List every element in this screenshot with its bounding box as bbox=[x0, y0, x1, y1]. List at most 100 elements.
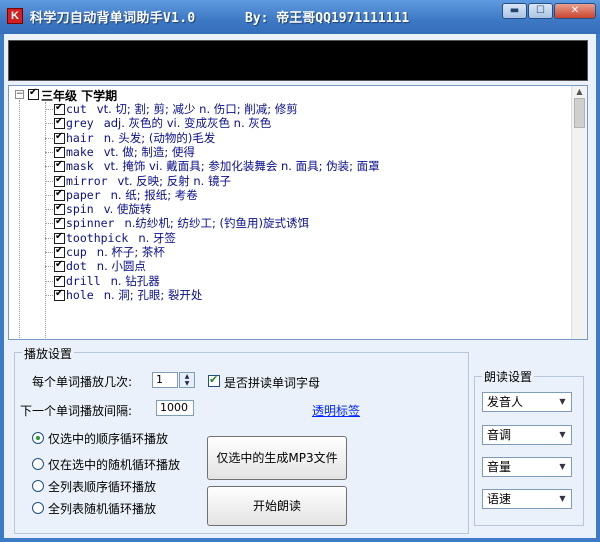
word-item[interactable]: dot n. 小圆点 bbox=[66, 259, 146, 273]
interval-label: 下一个单词播放间隔: bbox=[20, 404, 133, 418]
tree-guide-line bbox=[45, 252, 53, 253]
main-window: K 科学刀自动背单词助手V1.0 By: 帝王哥QQ1971111111 ▬ ☐… bbox=[0, 0, 600, 542]
tree-guide-line bbox=[45, 180, 53, 182]
word-item[interactable]: mask vt. 掩饰 vi. 戴面具; 参加化装舞会 n. 面具; 伪装; 面罩 bbox=[66, 159, 380, 173]
repeat-label: 每个单词播放几次: bbox=[32, 375, 133, 389]
play-mode-radio[interactable] bbox=[32, 480, 44, 492]
word-meaning: n. 小圆点 bbox=[96, 259, 146, 274]
play-mode-label[interactable]: 仅选中的顺序循环播放 bbox=[48, 430, 168, 447]
word-checkbox[interactable] bbox=[54, 259, 65, 273]
word-checkbox[interactable] bbox=[54, 288, 65, 301]
title-bar[interactable]: K 科学刀自动背单词助手V1.0 By: 帝王哥QQ1971111111 ▬ ☐… bbox=[0, 0, 600, 34]
start-reading-button[interactable]: 开始朗读 bbox=[207, 486, 347, 526]
word-item[interactable]: mirror vt. 反映; 反射 n. 镜子 bbox=[66, 174, 231, 188]
word-meaning: n. 牙签 bbox=[138, 230, 176, 245]
word-text: hole bbox=[66, 287, 94, 302]
spell-letters-label[interactable]: 是否拼读单词字母 bbox=[224, 374, 320, 391]
playback-group-title: 播放设置 bbox=[22, 345, 75, 362]
play-mode-label[interactable]: 全列表随机循环播放 bbox=[48, 500, 156, 517]
combo-value: 发音人 bbox=[487, 395, 524, 409]
word-meaning: n. 头发; (动物的)毛发 bbox=[103, 130, 216, 145]
combo-value: 音量 bbox=[487, 460, 512, 474]
window-title: 科学刀自动背单词助手V1.0 bbox=[30, 11, 196, 26]
scroll-thumb[interactable] bbox=[574, 98, 585, 128]
word-meaning: n. 洞; 孔眼; 裂开处 bbox=[103, 287, 203, 302]
word-text: paper bbox=[66, 187, 101, 202]
spin-down-icon[interactable]: ▼ bbox=[180, 380, 194, 387]
repeat-count-input[interactable]: 1 bbox=[152, 372, 178, 388]
word-meaning: n. 纸; 报纸; 考卷 bbox=[110, 187, 198, 202]
play-mode-radio[interactable] bbox=[32, 502, 44, 514]
word-checkbox[interactable] bbox=[54, 159, 65, 173]
word-item[interactable]: drill n. 钻孔器 bbox=[66, 274, 160, 288]
word-checkbox[interactable] bbox=[54, 188, 65, 201]
word-checkbox[interactable] bbox=[54, 131, 65, 144]
play-mode-label[interactable]: 仅在选中的随机循环播放 bbox=[48, 456, 180, 473]
spell-letters-checkbox[interactable] bbox=[208, 373, 220, 387]
word-meaning: vt. 反映; 反射 n. 镜子 bbox=[117, 173, 231, 188]
word-text: cup bbox=[66, 245, 87, 259]
word-meaning: vt. 切; 割; 剪; 减少 n. 伤口; 削减; 修剪 bbox=[96, 102, 298, 116]
word-meaning: n.纺纱机; 纺纱工; (钓鱼用)旋式诱饵 bbox=[124, 216, 309, 231]
word-item[interactable]: cup n. 杯子; 茶杯 bbox=[66, 245, 165, 259]
combo-value: 语速 bbox=[487, 492, 512, 506]
app-logo-icon: K bbox=[7, 8, 23, 24]
word-checkbox[interactable] bbox=[54, 216, 65, 230]
dropdown-arrow-icon[interactable]: ▼ bbox=[555, 394, 570, 410]
close-button[interactable]: ✕ bbox=[554, 3, 596, 19]
word-item[interactable]: spin v. 使旋转 bbox=[66, 202, 151, 216]
word-checkbox[interactable] bbox=[54, 274, 65, 287]
word-checkbox[interactable] bbox=[54, 231, 65, 244]
collapse-icon[interactable]: − bbox=[15, 90, 24, 99]
scroll-up-icon[interactable]: ▲ bbox=[574, 87, 585, 97]
minimize-button[interactable]: ▬ bbox=[502, 3, 527, 19]
word-item[interactable]: toothpick n. 牙签 bbox=[66, 231, 176, 245]
word-item[interactable]: make vt. 做; 制造; 使得 bbox=[66, 145, 195, 159]
reading-setting-combo[interactable]: 音调 ▼ bbox=[482, 425, 572, 445]
word-meaning: vt. 做; 制造; 使得 bbox=[103, 144, 195, 159]
generate-mp3-button[interactable]: 仅选中的生成MP3文件 bbox=[207, 436, 347, 480]
word-text: toothpick bbox=[66, 230, 129, 245]
combo-value: 音调 bbox=[487, 428, 512, 442]
word-text: dot bbox=[66, 259, 87, 274]
repeat-spinner[interactable]: ▲ ▼ bbox=[179, 372, 195, 388]
word-item[interactable]: hole n. 洞; 孔眼; 裂开处 bbox=[66, 288, 202, 302]
interval-input[interactable]: 1000 bbox=[156, 400, 194, 416]
reading-setting-combo[interactable]: 音量 ▼ bbox=[482, 457, 572, 477]
reading-setting-combo[interactable]: 语速 ▼ bbox=[482, 489, 572, 509]
word-meaning: v. 使旋转 bbox=[103, 202, 152, 217]
word-item[interactable]: spinner n.纺纱机; 纺纱工; (钓鱼用)旋式诱饵 bbox=[66, 216, 309, 230]
tree-guide-line bbox=[45, 209, 53, 211]
word-item[interactable]: paper n. 纸; 报纸; 考卷 bbox=[66, 188, 198, 202]
word-checkbox[interactable] bbox=[54, 145, 65, 158]
tree-guide-line bbox=[45, 137, 53, 139]
word-checkbox[interactable] bbox=[54, 116, 65, 130]
play-mode-radio[interactable] bbox=[32, 432, 44, 444]
word-checkbox[interactable] bbox=[54, 102, 65, 115]
word-checkbox[interactable] bbox=[54, 174, 65, 187]
play-mode-label[interactable]: 全列表顺序循环播放 bbox=[48, 478, 156, 495]
word-checkbox[interactable] bbox=[54, 245, 65, 258]
tree-guide-line bbox=[45, 237, 53, 239]
spin-up-icon[interactable]: ▲ bbox=[180, 373, 194, 380]
dropdown-arrow-icon[interactable]: ▼ bbox=[555, 491, 570, 507]
transparent-label-link[interactable]: 透明标签 bbox=[312, 402, 360, 419]
word-item[interactable]: grey adj. 灰色的 vi. 变成灰色 n. 灰色 bbox=[66, 116, 271, 130]
word-text: mask bbox=[66, 159, 94, 174]
word-text: grey bbox=[66, 116, 94, 131]
word-item[interactable]: cut vt. 切; 割; 剪; 减少 n. 伤口; 削减; 修剪 bbox=[66, 102, 298, 116]
word-item[interactable]: hair n. 头发; (动物的)毛发 bbox=[66, 131, 215, 145]
word-meaning: n. 钻孔器 bbox=[110, 273, 160, 288]
word-checkbox[interactable] bbox=[54, 202, 65, 216]
tree-guide-line bbox=[45, 266, 53, 268]
play-mode-radio[interactable] bbox=[32, 458, 44, 470]
reading-setting-combo[interactable]: 发音人 ▼ bbox=[482, 392, 572, 412]
tree-guide-line bbox=[45, 294, 53, 296]
root-checkbox[interactable] bbox=[28, 87, 39, 100]
maximize-button[interactable]: ☐ bbox=[528, 3, 553, 19]
dropdown-arrow-icon[interactable]: ▼ bbox=[555, 427, 570, 443]
word-tree[interactable]: − 三年级 下学期 cutvt. 切; 割; 剪; 减少 n. 伤口; 削减; … bbox=[8, 85, 588, 340]
dropdown-arrow-icon[interactable]: ▼ bbox=[555, 459, 570, 475]
tree-scrollbar[interactable]: ▲ bbox=[571, 86, 587, 339]
word-text: hair bbox=[66, 130, 94, 145]
